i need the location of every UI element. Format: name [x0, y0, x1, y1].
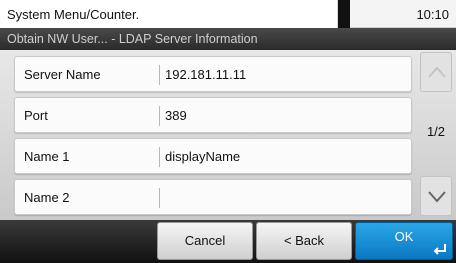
row-server-name[interactable]: Server Name 192.181.11.11: [14, 56, 412, 92]
page-indicator: 1/2: [426, 124, 446, 139]
row-name-1[interactable]: Name 1 displayName: [14, 138, 412, 174]
row-divider: [159, 147, 160, 167]
back-button[interactable]: < Back: [256, 222, 352, 260]
row-value: 389: [165, 108, 187, 123]
clock: 10:10: [416, 7, 449, 22]
scroll-down-button[interactable]: [420, 176, 452, 216]
row-label: Server Name: [24, 67, 101, 82]
scroll-controls: 1/2: [416, 52, 456, 218]
footer-bar: Cancel < Back OK: [0, 220, 456, 263]
window-title: System Menu/Counter.: [0, 0, 338, 28]
title-bar: System Menu/Counter. 10:10: [0, 0, 456, 28]
row-divider: [159, 106, 160, 126]
row-divider: [159, 65, 160, 85]
row-value: displayName: [165, 149, 241, 164]
row-label: Port: [24, 108, 48, 123]
scroll-up-button[interactable]: [420, 52, 452, 92]
title-divider: [338, 0, 350, 28]
footer-spacer: [8, 226, 148, 260]
row-label: Name 1: [24, 149, 70, 164]
row-name-2[interactable]: Name 2: [14, 179, 412, 215]
chevron-down-icon: [428, 191, 446, 203]
enter-icon: [433, 244, 446, 255]
row-value: [165, 180, 405, 214]
row-port[interactable]: Port 389: [14, 97, 412, 133]
row-label: Name 2: [24, 190, 70, 205]
cancel-button[interactable]: Cancel: [157, 222, 253, 260]
settings-panel: Server Name 192.181.11.11 Port 389 Name …: [0, 50, 456, 220]
chevron-up-icon: [428, 66, 446, 78]
row-divider: [159, 188, 160, 208]
breadcrumb: Obtain NW User... - LDAP Server Informat…: [0, 28, 456, 50]
ok-button[interactable]: OK: [355, 222, 453, 260]
ok-label: OK: [394, 229, 414, 244]
row-value: 192.181.11.11: [165, 67, 247, 82]
